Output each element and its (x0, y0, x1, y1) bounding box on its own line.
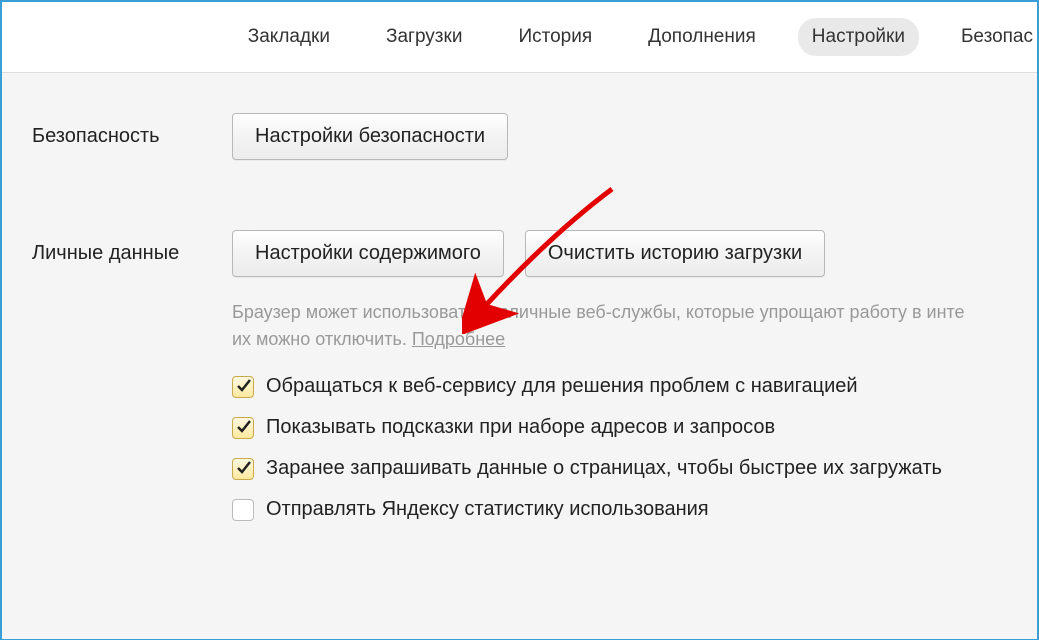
check-row-prefetch[interactable]: Заранее запрашивать данные о страницах, … (232, 457, 1037, 480)
check-label: Показывать подсказки при наборе адресов … (266, 416, 775, 439)
checkbox-list: Обращаться к веб-сервису для решения про… (232, 375, 1037, 521)
content-settings-button[interactable]: Настройки содержимого (232, 230, 504, 277)
security-settings-button[interactable]: Настройки безопасности (232, 113, 508, 160)
tab-security[interactable]: Безопас (947, 18, 1039, 56)
tab-history[interactable]: История (504, 18, 606, 56)
clear-history-button[interactable]: Очистить историю загрузки (525, 230, 825, 277)
check-row-stats[interactable]: Отправлять Яндексу статистику использова… (232, 498, 1037, 521)
check-row-suggestions[interactable]: Показывать подсказки при наборе адресов … (232, 416, 1037, 439)
checkbox-suggestions[interactable] (232, 417, 254, 439)
tab-bookmarks[interactable]: Закладки (234, 18, 344, 56)
check-row-navigation[interactable]: Обращаться к веб-сервису для решения про… (232, 375, 1037, 398)
more-link[interactable]: Подробнее (412, 329, 505, 349)
check-label: Заранее запрашивать данные о страницах, … (266, 457, 942, 480)
checkbox-prefetch[interactable] (232, 458, 254, 480)
top-nav: Закладки Загрузки История Дополнения Нас… (2, 2, 1037, 73)
checkbox-stats[interactable] (232, 499, 254, 521)
checkbox-navigation[interactable] (232, 376, 254, 398)
desc-line-2: их можно отключить. (232, 329, 412, 349)
check-label: Отправлять Яндексу статистику использова… (266, 498, 709, 521)
section-title-security: Безопасность (32, 113, 232, 148)
check-label: Обращаться к веб-сервису для решения про… (266, 375, 858, 398)
personal-description: Браузер может использовать различные веб… (232, 299, 1032, 353)
settings-content: Безопасность Настройки безопасности Личн… (2, 73, 1037, 639)
tab-settings[interactable]: Настройки (798, 18, 919, 56)
section-title-personal: Личные данные (32, 230, 232, 265)
tab-extensions[interactable]: Дополнения (634, 18, 770, 56)
desc-line-1: Браузер может использовать различные веб… (232, 302, 965, 322)
tab-downloads[interactable]: Загрузки (372, 18, 476, 56)
